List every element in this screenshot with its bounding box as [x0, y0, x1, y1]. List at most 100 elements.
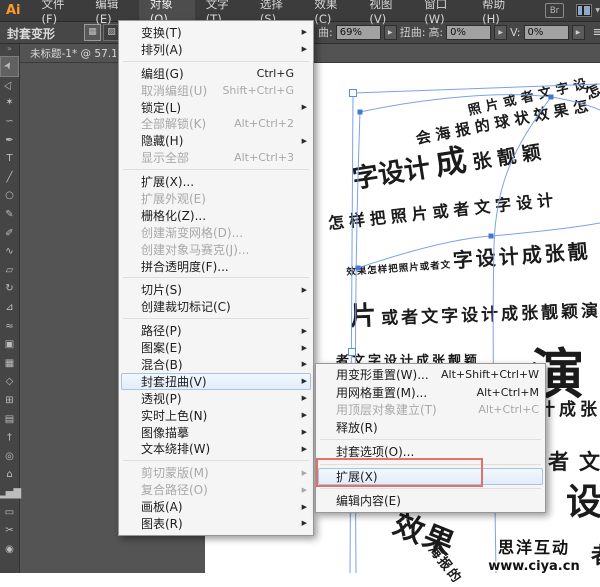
type-tool[interactable]: T [1, 150, 18, 169]
tool-icon: ✎ [5, 210, 13, 220]
submenu-arrow-icon: ▶ [296, 137, 307, 145]
hand-tool[interactable]: ◉ [1, 540, 18, 559]
menubar-item-label: 窗口(W) [424, 0, 460, 26]
horizontal-distort-stepper[interactable]: ▶ [494, 25, 507, 40]
gradient-tool[interactable]: ▤ [1, 410, 18, 429]
mesh-tool[interactable]: ⊞ [1, 392, 18, 411]
vertical-distort-input[interactable]: 0% [524, 25, 569, 40]
bridge-button[interactable]: Br [545, 3, 565, 18]
menubar-item[interactable]: 窗口(W) [413, 0, 471, 21]
tool-icon: ⊞ [5, 396, 13, 406]
menu-item[interactable]: 画板(A) ▶ [119, 498, 313, 515]
menubar-item[interactable]: 编辑(E) [84, 0, 138, 21]
menu-item[interactable]: 锁定(L) ▶ [119, 99, 313, 116]
menu-item-label: 变换(T) [141, 24, 182, 41]
submenu-item[interactable]: 用顶层对象建立(T) Alt+Ctrl+C [316, 401, 545, 419]
pen-tool[interactable]: ✒ [1, 131, 18, 150]
document-tab[interactable]: 未标题-1* @ 57.1 [30, 46, 116, 61]
paintbrush-tool[interactable]: ✎ [1, 206, 18, 225]
panel-collapse-icon[interactable]: » [0, 43, 19, 57]
menu-item[interactable]: 实时上色(N) ▶ [119, 407, 313, 424]
column-graph-tool[interactable]: ▂▅▇ [1, 485, 18, 504]
menubar-item[interactable]: 文件(F) [31, 0, 85, 21]
slice-tool[interactable]: ✂ [1, 522, 18, 541]
submenu-item[interactable]: 释放(R) [316, 419, 545, 437]
menubar-item[interactable]: 对象(O) [139, 0, 195, 21]
edit-envelope-button[interactable]: ▦ [84, 24, 101, 41]
artboard-tool[interactable]: ▭ [1, 503, 18, 522]
menu-item-label: 图像描摹 [141, 424, 189, 441]
menu-item[interactable]: 变换(T) ▶ [119, 24, 313, 41]
menu-item[interactable]: 隐藏(H) ▶ [119, 132, 313, 149]
shape-builder-tool[interactable]: ◇ [1, 373, 18, 392]
tool-icon: ⊿ [5, 303, 13, 313]
panel-menu-icon[interactable]: ≡ [593, 25, 600, 40]
workspace-switcher[interactable]: ▼ [576, 4, 600, 17]
menubar-item[interactable]: 视图(V) [358, 0, 413, 21]
free-transform-tool[interactable]: ▣ [1, 336, 18, 355]
width-tool[interactable]: ≈ [1, 317, 18, 336]
symbol-sprayer-tool[interactable]: ⌂ [1, 466, 18, 485]
submenu-item[interactable]: 扩展(X) [318, 468, 543, 486]
ellipse-tool[interactable]: ○ [1, 187, 18, 206]
menu-item[interactable]: 图案(E) ▶ [119, 339, 313, 356]
menu-item[interactable]: 文本绕排(W) ▶ [119, 440, 313, 457]
selection-tool[interactable]: ➤ [1, 57, 18, 76]
blend-tool[interactable]: ◎ [1, 447, 18, 466]
menu-item[interactable]: 全部解锁(K) Alt+Ctrl+2 [119, 115, 313, 132]
lasso-tool[interactable]: ∽ [1, 113, 18, 132]
watermark: 思洋互动 www.ciya.cn [484, 534, 584, 574]
horizontal-distort-input[interactable]: 0% [446, 25, 491, 40]
pencil-tool[interactable]: ✐ [1, 224, 18, 243]
line-segment-tool[interactable]: ╱ [1, 169, 18, 188]
menu-item[interactable]: 路径(P) ▶ [119, 322, 313, 339]
menu-item[interactable]: 透视(P) ▶ [119, 390, 313, 407]
submenu-item[interactable]: 用变形重置(W)... Alt+Shift+Ctrl+W [316, 366, 545, 384]
menu-item[interactable]: 排列(A) ▶ [119, 41, 313, 58]
menu-item[interactable]: 图表(R) ▶ [119, 515, 313, 532]
direct-selection-tool[interactable]: ▷ [1, 76, 18, 95]
bend-input[interactable]: 69% [336, 25, 381, 40]
submenu-arrow-icon: ▶ [296, 469, 307, 477]
menu-item[interactable]: 栅格化(Z)... [119, 207, 313, 224]
menu-item[interactable]: 混合(B) ▶ [119, 356, 313, 373]
tool-icon: ✒ [5, 136, 13, 146]
menu-item[interactable]: 剪切蒙版(M) ▶ [119, 464, 313, 481]
menu-item-label: 编组(G) [141, 65, 184, 82]
menu-item[interactable]: 编组(G) Ctrl+G [119, 65, 313, 82]
magic-wand-tool[interactable]: ✶ [1, 94, 18, 113]
bend-stepper[interactable]: ▶ [384, 25, 397, 40]
menu-item[interactable]: 封套扭曲(V) ▶ [121, 373, 311, 390]
canvas-text: 设 [566, 473, 600, 525]
rotate-tool[interactable]: ↻ [1, 280, 18, 299]
menu-item[interactable]: 扩展外观(E) [119, 190, 313, 207]
vertical-distort-stepper[interactable]: ▶ [572, 25, 585, 40]
watermark-title: 思洋互动 [484, 534, 584, 558]
shaper-tool[interactable]: ∿ [1, 243, 18, 262]
menubar-item[interactable]: 帮助(H) [471, 0, 527, 21]
menu-item[interactable]: 创建对象马赛克(J)... [119, 241, 313, 258]
menubar-item[interactable]: 文字(T) [195, 0, 249, 21]
menubar-item[interactable]: 效果(C) [303, 0, 358, 21]
submenu-item[interactable]: 编辑内容(E) [316, 492, 545, 510]
eraser-tool[interactable]: ▱ [1, 262, 18, 281]
menu-item[interactable]: 创建渐变网格(D)... [119, 224, 313, 241]
submenu-item[interactable]: 封套选项(O)... [316, 443, 545, 461]
menu-item-label: 拼合透明度(F)... [141, 258, 229, 275]
menu-item[interactable]: 拼合透明度(F)... [119, 258, 313, 275]
eyedropper-tool[interactable]: † [1, 429, 18, 448]
submenu-item[interactable]: 用网格重置(M)... Alt+Ctrl+M [316, 384, 545, 402]
scale-tool[interactable]: ⊿ [1, 299, 18, 318]
menu-item-label: 栅格化(Z)... [141, 207, 206, 224]
submenu-arrow-icon: ▶ [296, 428, 307, 436]
menu-item[interactable]: 复合路径(O) ▶ [119, 481, 313, 498]
menu-item[interactable]: 扩展(X)... [119, 173, 313, 190]
menu-item[interactable]: 显示全部 Alt+Ctrl+3 [119, 149, 313, 166]
perspective-grid-tool[interactable]: ▦ [1, 355, 18, 374]
menu-item[interactable]: 取消编组(U) Shift+Ctrl+G [119, 82, 313, 99]
menu-item[interactable]: 切片(S) ▶ [119, 281, 313, 298]
submenu-item-label: 封套选项(O)... [336, 443, 414, 460]
menubar-item[interactable]: 选择(S) [249, 0, 303, 21]
menu-item[interactable]: 图像描摹 ▶ [119, 424, 313, 441]
menu-item[interactable]: 创建裁切标记(C) [119, 298, 313, 315]
